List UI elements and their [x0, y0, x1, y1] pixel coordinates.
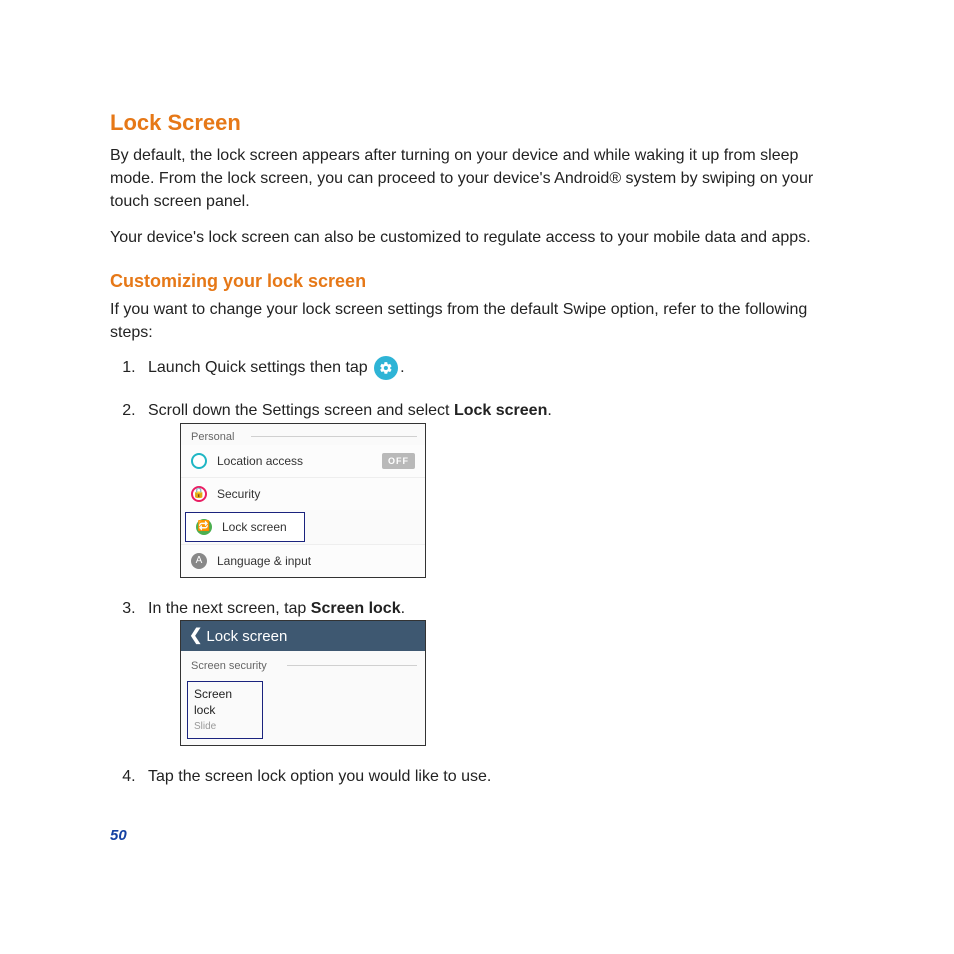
step-3-text-a: In the next screen, tap: [148, 600, 311, 617]
security-lock-icon: 🔒: [191, 486, 207, 502]
step-1-text-a: Launch Quick settings then tap: [148, 359, 372, 376]
step-1: Launch Quick settings then tap .: [140, 356, 844, 380]
row-security[interactable]: 🔒 Security: [181, 477, 425, 510]
page-number: 50: [110, 827, 127, 844]
settings-gear-icon: [374, 356, 398, 380]
row-language-input[interactable]: A Language & input: [181, 544, 425, 577]
row-security-label: Security: [217, 486, 415, 503]
screen-lock-title: Screen lock: [194, 686, 256, 720]
step-4: Tap the screen lock option you would lik…: [140, 766, 844, 788]
lock-screen-icon: 🔁: [196, 519, 212, 535]
step-3-bold: Screen lock: [311, 600, 401, 617]
step-3-text-c: .: [401, 600, 405, 617]
lock-screen-screenshot: ❮ Lock screen Screen security Screen loc…: [180, 620, 426, 746]
row-location-label: Location access: [217, 453, 382, 470]
screen-lock-item-highlighted[interactable]: Screen lock Slide: [187, 681, 263, 740]
step-1-text-b: .: [400, 359, 404, 376]
settings-personal-screenshot: Personal ◎ Location access OFF 🔒 Securit…: [180, 423, 426, 578]
step-2-text-c: .: [547, 402, 551, 419]
manual-page: Lock Screen By default, the lock screen …: [0, 0, 954, 954]
intro-paragraph-2: Your device's lock screen can also be cu…: [110, 226, 844, 249]
section-label-personal: Personal: [181, 424, 425, 445]
page-title: Lock Screen: [110, 110, 844, 136]
intro-paragraph-1: By default, the lock screen appears afte…: [110, 144, 844, 214]
row-lock-screen-highlighted[interactable]: 🔁 Lock screen: [185, 512, 305, 542]
step-3: In the next screen, tap Screen lock. ❮ L…: [140, 598, 844, 746]
step-2: Scroll down the Settings screen and sele…: [140, 400, 844, 578]
screen-lock-subtitle: Slide: [194, 720, 256, 734]
language-icon: A: [191, 553, 207, 569]
location-toggle-off[interactable]: OFF: [382, 453, 415, 470]
step-2-text-a: Scroll down the Settings screen and sele…: [148, 402, 454, 419]
location-icon: ◎: [191, 453, 207, 469]
screen-security-section-label: Screen security: [181, 651, 425, 678]
row-lock-screen-label: Lock screen: [222, 519, 294, 536]
section-intro: If you want to change your lock screen s…: [110, 298, 844, 344]
row-language-label: Language & input: [217, 553, 415, 570]
lock-screen-header[interactable]: ❮ Lock screen: [181, 621, 425, 651]
back-chevron-icon[interactable]: ❮: [189, 625, 202, 647]
row-location-access[interactable]: ◎ Location access OFF: [181, 445, 425, 477]
lock-screen-header-title: Lock screen: [206, 626, 287, 647]
step-2-bold: Lock screen: [454, 402, 547, 419]
steps-list: Launch Quick settings then tap . Scroll …: [110, 356, 844, 789]
section-subheading: Customizing your lock screen: [110, 271, 844, 292]
